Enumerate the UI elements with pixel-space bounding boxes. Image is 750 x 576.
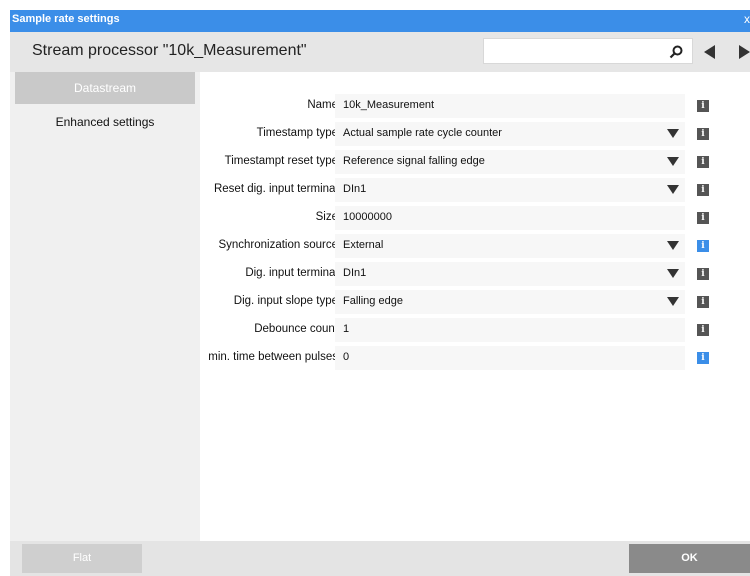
field-label: Reset dig. input terminal bbox=[213, 183, 338, 195]
field-label: Dig. input slope type bbox=[233, 295, 338, 307]
arrow-left-icon[interactable] bbox=[704, 45, 715, 59]
min-time-between-pulses-input[interactable]: 0 bbox=[335, 346, 685, 370]
close-icon[interactable]: x bbox=[744, 12, 750, 26]
ok-button[interactable]: OK bbox=[629, 544, 750, 573]
field-value: External bbox=[343, 239, 384, 251]
form-row-dig-input-terminal: Dig. input terminal DIn1 i bbox=[200, 262, 750, 286]
info-icon[interactable]: i bbox=[697, 352, 709, 364]
info-icon[interactable]: i bbox=[697, 240, 709, 252]
form-row-timestamp-type: Timestamp type Actual sample rate cycle … bbox=[200, 122, 750, 146]
form-row-debounce-count: Debounce count 1 i bbox=[200, 318, 750, 342]
info-icon[interactable]: i bbox=[697, 156, 709, 168]
form-row-synchronization-source: Synchronization source External i bbox=[200, 234, 750, 258]
footer: Flat OK bbox=[10, 541, 750, 576]
triangle-down-icon[interactable] bbox=[667, 157, 679, 166]
info-icon[interactable]: i bbox=[697, 268, 709, 280]
sidebar-item-enhanced-settings[interactable]: Enhanced settings bbox=[15, 106, 195, 138]
field-label: Debounce count bbox=[254, 323, 338, 335]
dig-input-slope-type-select[interactable]: Falling edge bbox=[335, 290, 685, 314]
search-icon[interactable] bbox=[668, 44, 684, 60]
form-row-min-time-between-pulses: min. time between pulses 0 i bbox=[200, 346, 750, 370]
name-input[interactable]: 10k_Measurement bbox=[335, 94, 685, 118]
field-value: Reference signal falling edge bbox=[343, 155, 485, 167]
settings-dialog: Sample rate settings x Stream processor … bbox=[10, 10, 750, 576]
info-icon[interactable]: i bbox=[697, 100, 709, 112]
field-label: Timestampt reset type bbox=[224, 155, 338, 167]
window-title: Sample rate settings bbox=[12, 13, 120, 25]
sidebar-item-datastream[interactable]: Datastream bbox=[15, 72, 195, 104]
field-value: 0 bbox=[343, 351, 350, 363]
triangle-down-icon[interactable] bbox=[667, 297, 679, 306]
timestamp-type-select[interactable]: Actual sample rate cycle counter bbox=[335, 122, 685, 146]
field-value: 10000000 bbox=[343, 211, 392, 223]
field-label: Dig. input terminal bbox=[245, 267, 338, 279]
field-value: DIn1 bbox=[343, 267, 367, 279]
info-icon[interactable]: i bbox=[697, 296, 709, 308]
dig-input-terminal-select[interactable]: DIn1 bbox=[335, 262, 685, 286]
field-label: min. time between pulses bbox=[208, 351, 338, 363]
synchronization-source-select[interactable]: External bbox=[335, 234, 685, 258]
field-label: Timestamp type bbox=[256, 127, 338, 139]
field-value: Actual sample rate cycle counter bbox=[343, 127, 502, 139]
info-icon[interactable]: i bbox=[697, 184, 709, 196]
header: Stream processor "10k_Measurement" bbox=[10, 32, 750, 72]
sidebar: Datastream Enhanced settings bbox=[10, 72, 200, 541]
size-input[interactable]: 10000000 bbox=[335, 206, 685, 230]
form-row-timestamp-reset-type: Timestampt reset type Reference signal f… bbox=[200, 150, 750, 174]
info-icon[interactable]: i bbox=[697, 128, 709, 140]
flat-button[interactable]: Flat bbox=[22, 544, 142, 573]
page-title: Stream processor "10k_Measurement" bbox=[32, 42, 307, 59]
timestamp-reset-type-select[interactable]: Reference signal falling edge bbox=[335, 150, 685, 174]
field-value: 10k_Measurement bbox=[343, 99, 435, 111]
search-input[interactable] bbox=[483, 38, 693, 64]
form-row-dig-input-slope-type: Dig. input slope type Falling edge i bbox=[200, 290, 750, 314]
settings-form: Name 10k_Measurement i Timestamp type Ac… bbox=[200, 72, 750, 541]
field-value: DIn1 bbox=[343, 183, 367, 195]
field-value: 1 bbox=[343, 323, 350, 335]
form-row-reset-dig-input-terminal: Reset dig. input terminal DIn1 i bbox=[200, 178, 750, 202]
field-value: Falling edge bbox=[343, 295, 403, 307]
form-row-name: Name 10k_Measurement i bbox=[200, 94, 750, 118]
debounce-count-input[interactable]: 1 bbox=[335, 318, 685, 342]
arrow-right-icon[interactable] bbox=[739, 45, 750, 59]
field-label: Synchronization source bbox=[218, 239, 338, 251]
triangle-down-icon[interactable] bbox=[667, 269, 679, 278]
info-icon[interactable]: i bbox=[697, 212, 709, 224]
triangle-down-icon[interactable] bbox=[667, 185, 679, 194]
form-row-size: Size 10000000 i bbox=[200, 206, 750, 230]
field-label: Name bbox=[307, 99, 338, 111]
reset-dig-input-terminal-select[interactable]: DIn1 bbox=[335, 178, 685, 202]
triangle-down-icon[interactable] bbox=[667, 129, 679, 138]
triangle-down-icon[interactable] bbox=[667, 241, 679, 250]
title-bar: Sample rate settings x bbox=[10, 10, 750, 32]
info-icon[interactable]: i bbox=[697, 324, 709, 336]
